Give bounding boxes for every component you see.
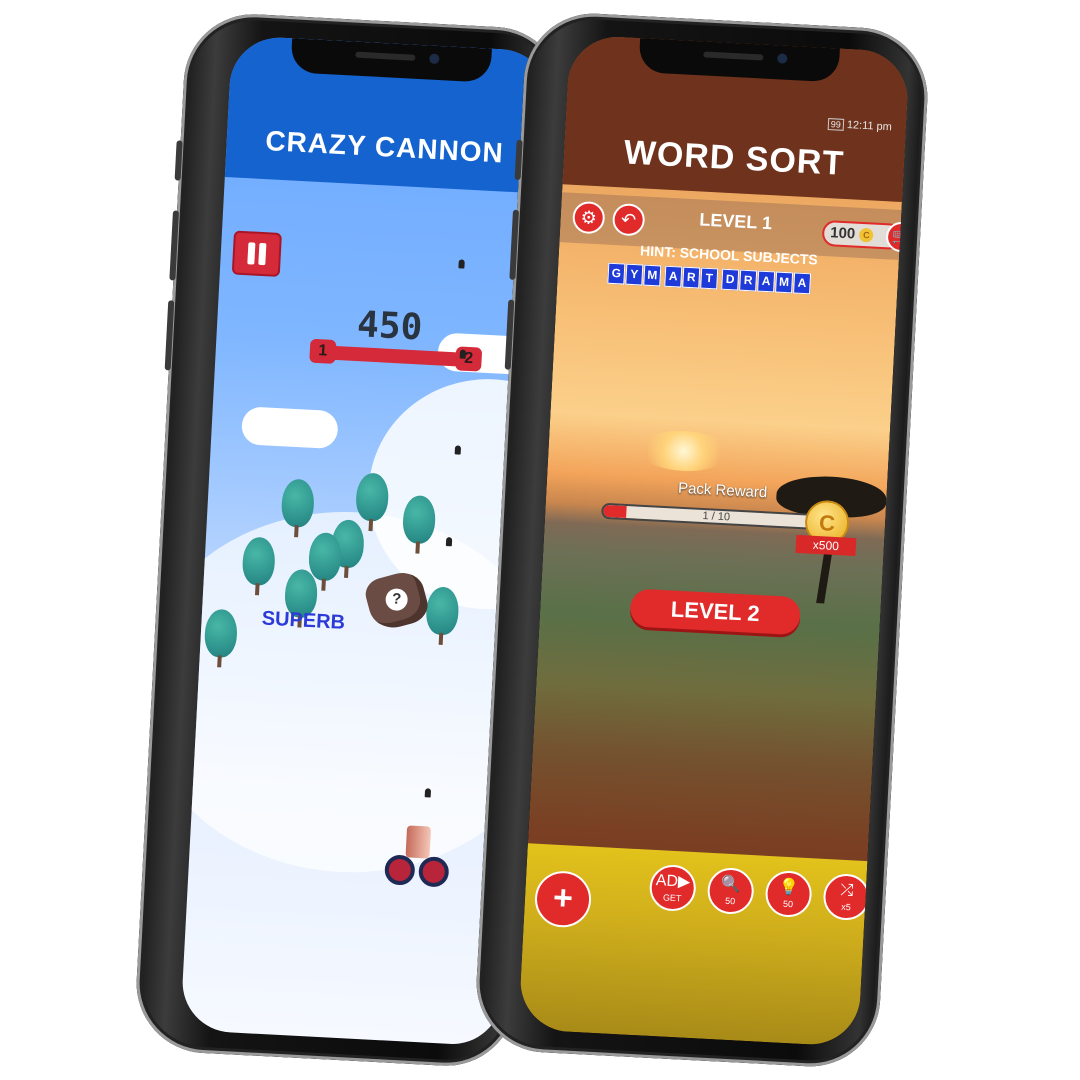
letter-tile: D xyxy=(721,268,740,291)
cannon[interactable] xyxy=(384,824,453,891)
status-time: 12:11 pm xyxy=(846,119,893,134)
word-sort-screen[interactable]: 99 12:11 pm WORD SORT ⚙ ↶ LEVEL 1 100 C … xyxy=(518,34,910,1047)
letter-tile: G xyxy=(607,262,626,285)
cannon-ball xyxy=(454,445,462,455)
phone-word-sort: 99 12:11 pm WORD SORT ⚙ ↶ LEVEL 1 100 C … xyxy=(473,10,931,1070)
status-bar: 99 12:11 pm xyxy=(827,118,892,133)
cloud xyxy=(240,406,339,450)
letter-tile: R xyxy=(739,269,758,292)
word-drama[interactable]: DRAMA xyxy=(721,268,812,296)
word-art[interactable]: ART xyxy=(664,265,719,291)
volume-down-button xyxy=(164,300,175,371)
letter-tile: M xyxy=(643,264,662,287)
progress-start: 1 xyxy=(309,338,337,364)
battery-icon: 99 xyxy=(827,118,845,131)
letter-tile: M xyxy=(775,271,794,294)
shuffle-icon: ⤮ xyxy=(840,881,854,900)
tool-cost: 50 xyxy=(782,898,794,910)
ad-get-coins-icon: AD▶ xyxy=(655,872,691,891)
tree xyxy=(425,586,460,646)
letter-tile: A xyxy=(757,270,776,293)
pause-button[interactable] xyxy=(231,230,282,277)
mute-switch xyxy=(514,139,523,181)
reward-multiplier: x500 xyxy=(795,534,857,557)
question-mark-icon: ? xyxy=(385,588,409,612)
word-gym[interactable]: GYM xyxy=(607,262,662,288)
tool-cost: x5 xyxy=(840,901,851,913)
stage: CRAZY CANNON 450 1 2 SUPERB ? 99 12:11 p… xyxy=(0,0,1080,1080)
score: 450 xyxy=(356,304,424,349)
cannon-wheel-right xyxy=(417,856,450,888)
letter-tile: A xyxy=(793,272,812,295)
tree xyxy=(401,494,437,555)
cannon-ball xyxy=(424,788,432,798)
mute-switch xyxy=(174,140,183,181)
letter-tile: T xyxy=(700,267,719,290)
letter-tile: R xyxy=(682,266,701,289)
cannon-ball xyxy=(458,259,465,269)
tool-cost: 50 xyxy=(724,895,736,907)
magnifier-icon: 🔍 xyxy=(720,875,742,894)
tree xyxy=(280,478,316,538)
cannon-ball xyxy=(445,537,453,547)
letter-tile: Y xyxy=(625,263,644,286)
game-title: WORD SORT xyxy=(622,133,846,183)
progress-end: 2 xyxy=(455,346,483,372)
cannon-wheel-left xyxy=(384,854,416,886)
tree xyxy=(241,536,276,596)
coin-count: 100 xyxy=(829,224,856,243)
game-title: CRAZY CANNON xyxy=(264,125,505,169)
volume-up-button xyxy=(169,210,180,281)
combo-text: SUPERB xyxy=(261,607,346,634)
letter-tile: A xyxy=(664,265,683,288)
coin-icon: C xyxy=(859,227,874,243)
cannon-ball xyxy=(459,349,467,359)
lightbulb-icon: 💡 xyxy=(778,878,800,897)
cannon-barrel xyxy=(405,825,432,859)
tree xyxy=(203,608,239,669)
